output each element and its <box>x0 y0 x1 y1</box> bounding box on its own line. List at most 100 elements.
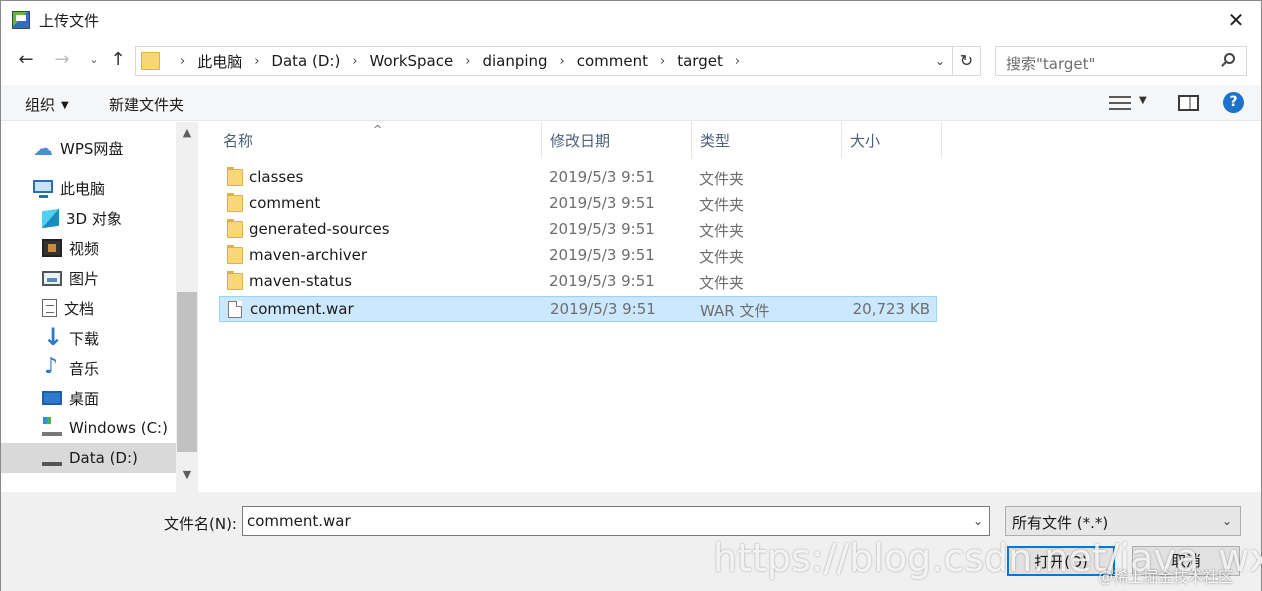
folder-icon <box>227 245 243 264</box>
sidebar-scrollbar[interactable]: ▲ ▼ <box>176 122 198 492</box>
chevron-down-icon[interactable]: ⌄ <box>973 514 983 528</box>
drive-c-icon <box>42 417 62 436</box>
sidebar-item-label: 文档 <box>64 299 95 318</box>
file-name: classes <box>249 168 304 186</box>
file-type-select[interactable]: 所有文件 (*.*) ⌄ <box>1005 506 1241 536</box>
folder-icon <box>141 52 160 70</box>
file-date: 2019/5/3 9:51 <box>549 272 655 290</box>
forward-button[interactable]: → <box>51 49 73 71</box>
column-header-type[interactable]: 类型 <box>692 122 842 158</box>
sidebar-item-wps-cloud[interactable]: WPS网盘 <box>1 133 176 163</box>
file-type: WAR 文件 <box>700 302 770 320</box>
chevron-down-icon[interactable]: ⌄ <box>1222 514 1232 528</box>
sidebar-item-label: 桌面 <box>69 389 100 408</box>
breadcrumb-separator[interactable]: › <box>548 54 577 69</box>
file-row[interactable]: maven-archiver 2019/5/3 9:51 文件夹 <box>219 243 937 269</box>
organize-menu[interactable]: 组织 ▼ <box>25 94 69 115</box>
breadcrumb-separator[interactable]: › <box>453 54 482 69</box>
column-header-date[interactable]: 修改日期 <box>542 122 692 158</box>
back-button[interactable]: ← <box>15 49 37 71</box>
file-date: 2019/5/3 9:51 <box>550 300 656 318</box>
file-row-selected[interactable]: comment.war 2019/5/3 9:51 WAR 文件 20,723 … <box>219 296 937 322</box>
download-icon <box>42 323 63 351</box>
refresh-button[interactable]: ↻ <box>953 46 981 76</box>
breadcrumb-separator[interactable]: › <box>242 54 271 69</box>
sidebar-item-drive-c[interactable]: Windows (C:) <box>1 413 176 443</box>
folder-icon <box>227 167 243 186</box>
command-bar: 组织 ▼ 新建文件夹 ▼ ? <box>1 85 1261 121</box>
dialog-footer: 文件名(N): comment.war ⌄ 所有文件 (*.*) ⌄ 打开(O)… <box>1 492 1261 591</box>
file-row[interactable]: comment 2019/5/3 9:51 文件夹 <box>219 191 937 217</box>
file-type: 文件夹 <box>699 248 745 266</box>
sidebar-item-label: 音乐 <box>69 359 100 378</box>
documents-icon <box>42 299 57 317</box>
file-row[interactable]: classes 2019/5/3 9:51 文件夹 <box>219 165 937 191</box>
search-placeholder: 搜索"target" <box>1006 55 1096 73</box>
breadcrumb: › 此电脑 › Data (D:) › WorkSpace › dianping… <box>168 51 752 71</box>
scroll-up-icon[interactable]: ▲ <box>176 126 198 146</box>
sidebar-item-pictures[interactable]: 图片 <box>1 263 176 293</box>
help-icon[interactable]: ? <box>1223 92 1244 113</box>
breadcrumb-item[interactable]: target <box>677 52 723 70</box>
search-input[interactable]: 搜索"target" <box>995 46 1247 76</box>
filename-field[interactable]: comment.war ⌄ <box>242 506 990 536</box>
file-row[interactable]: generated-sources 2019/5/3 9:51 文件夹 <box>219 217 937 243</box>
sidebar-item-desktop[interactable]: 桌面 <box>1 383 176 413</box>
address-bar[interactable]: › 此电脑 › Data (D:) › WorkSpace › dianping… <box>135 46 953 76</box>
filename-value: comment.war <box>247 512 351 530</box>
breadcrumb-item[interactable]: dianping <box>482 52 547 70</box>
breadcrumb-item[interactable]: comment <box>577 52 648 70</box>
file-type-value: 所有文件 (*.*) <box>1012 514 1109 532</box>
file-type: 文件夹 <box>699 274 745 292</box>
caret-down-icon[interactable]: ▼ <box>1139 95 1147 106</box>
file-date: 2019/5/3 9:51 <box>549 168 655 186</box>
sidebar-item-documents[interactable]: 文档 <box>1 293 176 323</box>
breadcrumb-separator[interactable]: › <box>648 54 677 69</box>
scrollbar-thumb[interactable] <box>177 292 197 452</box>
app-icon <box>12 11 30 29</box>
preview-pane-icon[interactable] <box>1178 95 1199 111</box>
open-button[interactable]: 打开(O) <box>1007 546 1115 576</box>
navigation-bar: ← → ⌄ ↑ › 此电脑 › Data (D:) › WorkSpace › … <box>1 41 1261 81</box>
breadcrumb-item[interactable]: Data (D:) <box>271 52 340 70</box>
view-options-icon[interactable] <box>1109 95 1131 111</box>
folder-icon <box>227 219 243 238</box>
breadcrumb-separator[interactable]: › <box>723 54 752 69</box>
column-header-name[interactable]: ^ 名称 <box>201 122 542 158</box>
new-folder-button[interactable]: 新建文件夹 <box>109 94 184 115</box>
folder-icon <box>227 271 243 290</box>
column-header-size[interactable]: 大小 <box>842 122 942 158</box>
sidebar-item-music[interactable]: 音乐 <box>1 353 176 383</box>
sidebar-item-3d-objects[interactable]: 3D 对象 <box>1 203 176 233</box>
chevron-down-icon[interactable]: ⌄ <box>932 52 948 70</box>
desktop-icon <box>42 391 62 405</box>
breadcrumb-separator[interactable]: › <box>340 54 369 69</box>
scroll-down-icon[interactable]: ▼ <box>176 468 198 488</box>
sidebar-item-label: 此电脑 <box>60 179 106 198</box>
close-button[interactable]: ✕ <box>1223 7 1249 33</box>
file-row[interactable]: maven-status 2019/5/3 9:51 文件夹 <box>219 269 937 295</box>
sidebar-item-label: WPS网盘 <box>60 139 124 158</box>
recent-locations-button[interactable]: ⌄ <box>83 49 105 71</box>
cloud-icon <box>33 136 53 160</box>
cancel-button[interactable]: 取消 <box>1132 546 1240 576</box>
caret-down-icon: ▼ <box>61 100 69 111</box>
breadcrumb-item[interactable]: 此电脑 <box>197 51 242 72</box>
sidebar-item-videos[interactable]: 视频 <box>1 233 176 263</box>
sidebar-item-label: Windows (C:) <box>69 419 168 437</box>
sidebar-item-downloads[interactable]: 下载 <box>1 323 176 353</box>
sidebar-item-label: 视频 <box>69 239 100 258</box>
search-icon[interactable] <box>1220 53 1236 69</box>
drive-d-icon <box>42 456 62 466</box>
column-header-label: 名称 <box>223 132 254 150</box>
sidebar-item-drive-d[interactable]: Data (D:) <box>1 443 176 473</box>
organize-label: 组织 <box>25 96 56 114</box>
breadcrumb-separator[interactable]: › <box>168 54 197 69</box>
file-name: maven-status <box>249 272 352 290</box>
file-size: 20,723 KB <box>852 300 930 318</box>
file-upload-dialog: 上传文件 ✕ ← → ⌄ ↑ › 此电脑 › Data (D:) › WorkS… <box>0 0 1262 591</box>
window-title: 上传文件 <box>39 12 100 30</box>
breadcrumb-item[interactable]: WorkSpace <box>370 52 454 70</box>
sidebar-item-this-pc[interactable]: 此电脑 <box>1 173 176 203</box>
up-button[interactable]: ↑ <box>107 49 129 71</box>
